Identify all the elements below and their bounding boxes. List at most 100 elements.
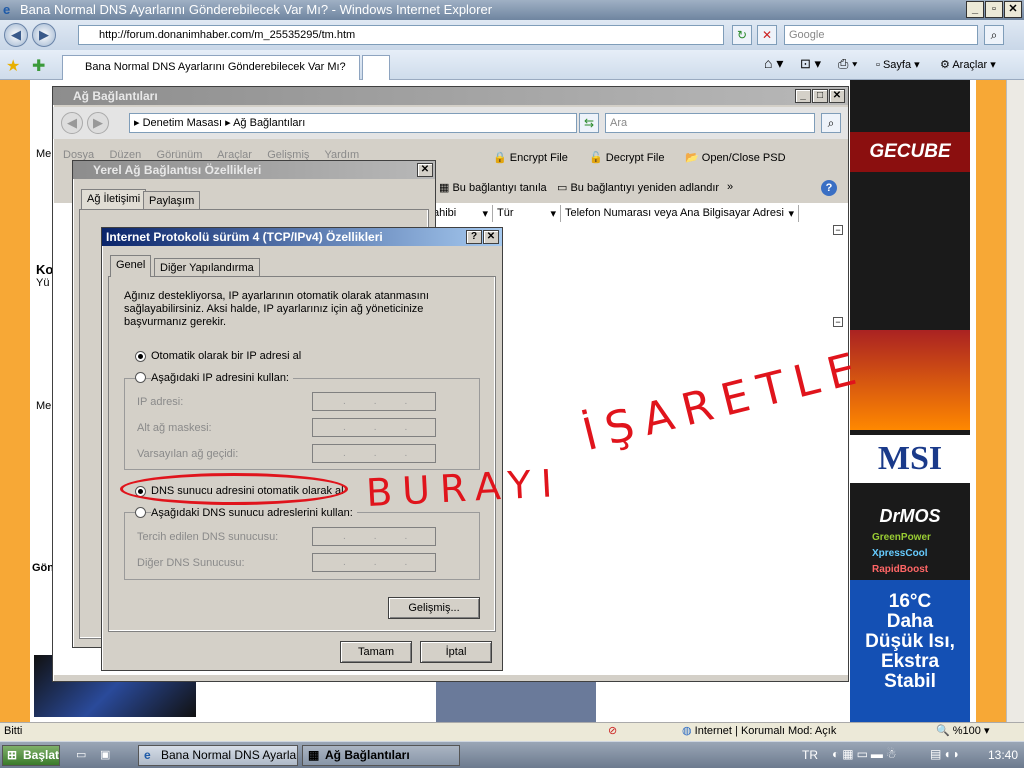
forward-icon[interactable]: ▶ [32,23,56,47]
gateway-field: ... [312,444,436,463]
promo-text: Ekstra [880,651,940,672]
diagnose-button[interactable]: ▦ Bu bağlantıyı tanıla [439,181,547,194]
close-button[interactable]: ✕ [483,230,499,244]
diagnose-label: Bu bağlantıyı tanıla [452,182,547,194]
col-header-phone[interactable]: Telefon Numarası veya Ana Bilgisayar Adr… [561,205,799,222]
promo-ad[interactable]: 16°C Daha Düşük Isı, Ekstra Stabil [850,580,970,722]
search-icon[interactable]: ⌕ [821,113,841,133]
page-menu-label: Sayfa [882,59,912,71]
home-icon[interactable]: ⌂ ▾ [764,55,783,72]
drmos-logo[interactable]: DrMOS [850,506,970,530]
rename-label: Bu bağlantıyı yeniden adlandır [570,182,720,194]
status-bar: Bitti ⊘ ◍ Internet | Korumalı Mod: Açık … [0,722,1024,741]
lan-title: Yerel Ağ Bağlantısı Özellikleri [93,163,262,177]
breadcrumb-item[interactable]: Ağ Bağlantıları [233,117,305,129]
show-desktop-icon[interactable]: ▭ [76,748,86,761]
breadcrumb[interactable]: ▸ Denetim Masası ▸ Ağ Bağlantıları [129,113,577,133]
gecube-logo[interactable]: GECUBE [850,132,970,172]
page-menu[interactable]: ▫ Sayfa ▾ [876,58,920,71]
add-favorite-icon[interactable]: ✚ [32,56,45,76]
decrypt-label: Decrypt File [605,152,665,164]
msi-logo[interactable]: MSI [850,435,970,483]
close-button[interactable]: ✕ [1004,1,1022,18]
more-commands-button[interactable]: » [727,181,733,193]
rename-button[interactable]: ▭ Bu bağlantıyı yeniden adlandır [557,181,719,194]
tray-icons[interactable]: ◐▦▭▬☃ [832,747,900,761]
page-fragment: Gön [32,562,54,574]
encrypt-file-button[interactable]: 🔒 Encrypt File [493,151,568,164]
explorer-nav-bar: ◀ ▶ ▸ Denetim Masası ▸ Ağ Bağlantıları ⇆… [53,107,848,139]
page-fragment: Ko [36,262,54,277]
collapse-icon[interactable]: − [833,225,843,235]
decrypt-file-button[interactable]: 🔓 Decrypt File [589,151,664,164]
address-bar-row: ◀ ▶ http://forum.donanimhaber.com/m_2553… [0,20,1024,50]
taskbar-item-label: Ağ Bağlantıları [325,748,410,762]
minimize-button[interactable]: _ [966,1,984,18]
explorer-search-input[interactable]: Ara [605,113,815,133]
quick-launch-icon[interactable]: ▣ [100,748,110,761]
zone-indicator[interactable]: ◍ Internet | Korumalı Mod: Açık [682,723,836,740]
tab-sharing-label: Paylaşım [149,195,195,207]
windows-logo-icon: ⊞ [7,748,18,762]
browser-title: Bana Normal DNS Ayarlarını Gönderebilece… [20,2,493,17]
tab-alternate[interactable]: Diğer Yapılandırma [154,258,260,277]
search-icon[interactable]: ⌕ [984,25,1004,45]
maximize-button[interactable]: ▫ [985,1,1003,18]
new-tab-button[interactable] [362,55,390,80]
forward-icon[interactable]: ▶ [87,112,109,134]
minimize-button[interactable]: _ [795,89,811,103]
taskbar-item-netconn[interactable]: ▦ Ağ Bağlantıları [302,745,460,766]
language-indicator[interactable]: TR [802,748,818,762]
start-button[interactable]: ⊞ Başlat [2,745,60,766]
ok-button[interactable]: Tamam [340,641,412,663]
clock[interactable]: 13:40 [988,748,1018,762]
tray-icons[interactable]: ▤◖◗ [930,747,962,761]
search-placeholder: Google [789,29,825,41]
help-icon[interactable]: ? [821,180,837,196]
zoom-control[interactable]: 🔍 %100 ▾ [936,723,989,740]
favorites-star-icon[interactable]: ★ [6,56,20,76]
ipv4-description: Ağınız destekliyorsa, IP ayarlarının oto… [124,290,429,328]
help-button[interactable]: ? [466,230,482,244]
command-bar: ★ ✚ Bana Normal DNS Ayarlarını Gönderebi… [0,50,1024,80]
back-icon[interactable]: ◀ [61,112,83,134]
ipv4-properties-dialog: Internet Protokolü sürüm 4 (TCP/IPv4) Öz… [101,227,503,671]
refresh-icon[interactable]: ⇆ [579,113,599,133]
advanced-button[interactable]: Gelişmiş... [388,597,480,619]
maximize-button[interactable]: □ [812,89,828,103]
tools-menu[interactable]: ⚙ Araçlar ▾ [940,58,996,71]
ad-line: XpressCool [872,548,928,559]
tab-general[interactable]: Genel [110,255,152,277]
ad-line: GreenPower [872,532,931,543]
tab-sharing[interactable]: Paylaşım [143,191,201,209]
feeds-icon[interactable]: ⊡ ▾ [800,56,821,72]
col-header-owner[interactable]: ahibi ▾ [429,205,493,222]
tab-network[interactable]: Ağ İletişimi [81,189,147,209]
close-button[interactable]: ✕ [417,163,433,177]
collapse-icon[interactable]: − [833,317,843,327]
radio-manual-dns[interactable] [135,507,146,518]
page-image [436,680,596,722]
tab-current[interactable]: Bana Normal DNS Ayarlarını Gönderebilece… [62,55,360,80]
cancel-button[interactable]: İptal [420,641,492,663]
refresh-icon[interactable]: ↻ [732,25,752,45]
ip-address-label: IP adresi: [137,396,184,408]
promo-text: Daha [886,611,934,632]
subnet-mask-field: ... [312,418,436,437]
url-input[interactable]: http://forum.donanimhaber.com/m_25535295… [78,25,724,45]
stop-icon[interactable]: ✕ [757,25,777,45]
print-icon[interactable]: ⎙ ▾ [838,56,857,72]
back-icon[interactable]: ◀ [4,23,28,47]
promo-text: Stabil [884,671,936,692]
taskbar-item-browser[interactable]: e Bana Normal DNS Ayarlar... [138,745,298,766]
preferred-dns-label: Tercih edilen DNS sunucusu: [137,531,279,543]
page-scrollbar[interactable] [1006,80,1024,722]
radio-auto-ip[interactable] [135,351,146,362]
col-header-type[interactable]: Tür ▾ [493,205,561,222]
radio-manual-ip[interactable] [135,372,146,383]
search-input[interactable]: Google [784,25,978,45]
open-close-psd-button[interactable]: 📂 Open/Close PSD [685,151,786,164]
encrypt-label: Encrypt File [509,152,568,164]
breadcrumb-item[interactable]: Denetim Masası [143,117,222,129]
close-button[interactable]: ✕ [829,89,845,103]
